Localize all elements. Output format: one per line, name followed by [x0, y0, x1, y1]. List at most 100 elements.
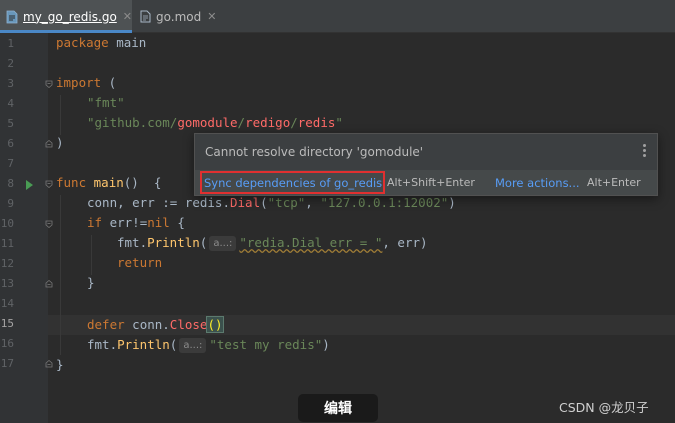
function-call: Dial — [230, 195, 261, 210]
line-number: 13 — [0, 277, 14, 290]
string-literal: "test my redis" — [209, 337, 323, 352]
unresolved-path: gomodule — [177, 115, 238, 130]
keyword: nil — [147, 215, 170, 230]
code-line-13[interactable]: } — [87, 273, 95, 293]
string-literal: / — [237, 115, 246, 130]
code-text: ) — [322, 337, 330, 352]
indent-guide — [60, 95, 61, 135]
parameter-hint: a...: — [179, 338, 207, 353]
string-literal: "github.com/ — [87, 115, 178, 130]
code-text: ( — [169, 337, 178, 352]
shortcut-hint: Alt+Enter — [587, 176, 641, 189]
string-literal: "redia.Dial err = " — [239, 235, 383, 250]
code-line-9[interactable]: conn, err := redis.Dial("tcp", "127.0.0.… — [87, 193, 456, 213]
line-number: 12 — [0, 257, 14, 270]
indent-guide — [91, 235, 92, 275]
code-text: fmt. — [87, 337, 118, 352]
more-actions-link[interactable]: More actions... — [495, 176, 580, 190]
code-line-1[interactable]: package main — [56, 33, 146, 53]
fold-icon[interactable] — [45, 140, 53, 148]
string-literal: " — [335, 115, 343, 130]
tab-label: go.mod — [156, 9, 202, 24]
code-text: conn, err := redis. — [87, 195, 230, 210]
function-call: Close — [169, 317, 208, 332]
code-line-5[interactable]: "github.com/gomodule/redigo/redis" — [87, 113, 343, 133]
code-text: ( — [101, 75, 117, 90]
keyword: defer — [87, 317, 125, 332]
line-number: 1 — [7, 37, 14, 50]
line-number: 17 — [0, 357, 14, 370]
tab-label: my_go_redis.go — [23, 9, 117, 24]
keyword: if — [87, 215, 103, 230]
code-line-11[interactable]: fmt.Println(a...: "redia.Dial err = ", er… — [117, 233, 428, 253]
close-icon[interactable]: ✕ — [207, 10, 216, 23]
code-line-8[interactable]: func main() { — [56, 173, 161, 193]
popup-message: Cannot resolve directory 'gomodule' — [205, 145, 424, 159]
fold-icon[interactable] — [45, 280, 53, 288]
function-call: Println — [147, 235, 200, 250]
go-file-icon — [6, 10, 18, 24]
code-text: } — [56, 357, 64, 372]
keyword: import — [56, 75, 102, 90]
code-text: conn. — [124, 317, 170, 332]
code-text: { — [169, 215, 185, 230]
annotation-highlight-box — [200, 171, 385, 194]
code-line-6[interactable]: ) — [56, 133, 64, 153]
code-text: main — [108, 35, 147, 50]
code-text: ) — [448, 195, 456, 210]
close-icon[interactable]: ✕ — [123, 10, 132, 23]
keyword: func — [56, 175, 87, 190]
string-literal: "127.0.0.1:12002" — [320, 195, 449, 210]
more-options-icon[interactable] — [643, 144, 647, 159]
code-text: ) — [56, 135, 64, 150]
code-text: , — [305, 195, 321, 210]
string-literal: "fmt" — [87, 95, 125, 110]
unresolved-path: redigo — [245, 115, 291, 130]
code-line-12[interactable]: return — [117, 253, 162, 273]
mod-file-icon — [140, 10, 151, 23]
line-number: 11 — [0, 237, 14, 250]
editor-tab-bar: my_go_redis.go ✕ go.mod ✕ — [0, 0, 675, 33]
code-line-4[interactable]: "fmt" — [87, 93, 125, 113]
line-number: 8 — [7, 177, 14, 190]
indent-guide — [60, 195, 61, 355]
line-number: 7 — [7, 157, 14, 170]
fold-icon[interactable] — [45, 180, 53, 188]
keyword: return — [117, 255, 163, 270]
code-line-3[interactable]: import ( — [56, 73, 116, 93]
code-text: ( — [260, 195, 268, 210]
line-number: 9 — [7, 197, 14, 210]
parameter-hint: a...: — [209, 236, 237, 251]
edit-button[interactable]: 编辑 — [298, 394, 378, 422]
code-line-15[interactable]: defer conn.Close() — [87, 315, 224, 335]
watermark: CSDN @龙贝子 — [559, 400, 649, 415]
string-literal: "tcp" — [267, 195, 306, 210]
fold-icon[interactable] — [45, 80, 53, 88]
tab-go-mod[interactable]: go.mod ✕ — [134, 0, 226, 33]
code-line-16[interactable]: fmt.Println(a...: "test my redis") — [87, 335, 330, 355]
code-line-10[interactable]: if err!=nil { — [87, 213, 185, 233]
shortcut-hint: Alt+Shift+Enter — [387, 176, 475, 189]
tab-my-go-redis[interactable]: my_go_redis.go ✕ — [0, 0, 132, 33]
code-text: } — [87, 275, 95, 290]
function-name: main — [93, 175, 124, 190]
line-number: 15 — [0, 317, 14, 330]
fold-icon[interactable] — [45, 220, 53, 228]
line-number: 3 — [7, 77, 14, 90]
function-call: Println — [117, 337, 170, 352]
keyword: package — [56, 35, 109, 50]
line-number: 4 — [7, 97, 14, 110]
line-number: 2 — [7, 57, 14, 70]
code-text: () { — [123, 175, 162, 190]
line-number: 10 — [0, 217, 14, 230]
unresolved-path: redis — [297, 115, 336, 130]
code-text: fmt. — [117, 235, 148, 250]
run-icon[interactable] — [26, 180, 33, 190]
text-caret — [222, 316, 224, 331]
line-number: 14 — [0, 297, 14, 310]
matched-parens: () — [206, 316, 224, 333]
fold-icon[interactable] — [45, 360, 53, 368]
line-number: 16 — [0, 337, 14, 350]
code-line-17[interactable]: } — [56, 355, 64, 375]
code-text: err!= — [102, 215, 148, 230]
